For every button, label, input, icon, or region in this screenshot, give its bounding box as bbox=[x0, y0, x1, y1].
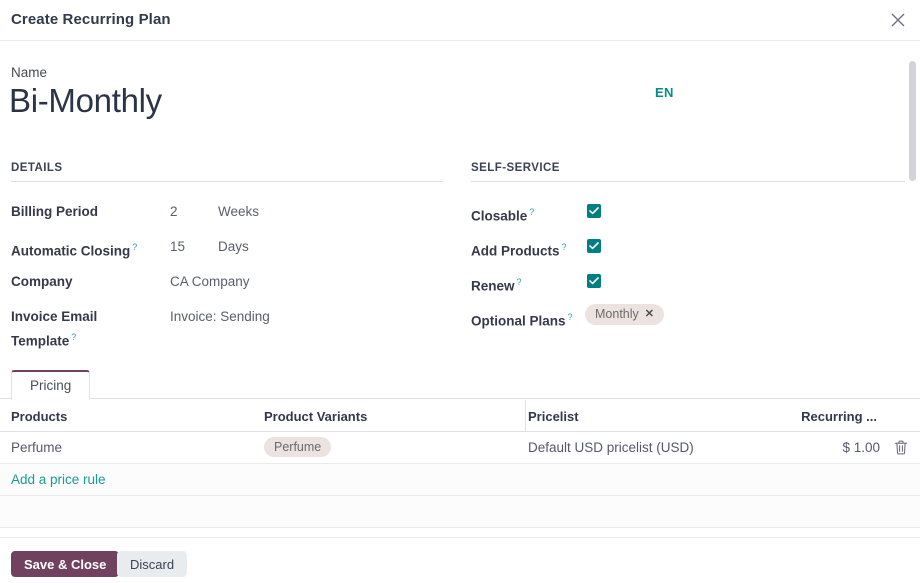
billing-period-input[interactable]: 2 bbox=[170, 202, 178, 222]
invoice-email-template-label: Invoice Email Template? bbox=[11, 307, 141, 352]
optional-plan-tag-label: Monthly bbox=[595, 307, 639, 322]
add-products-checkbox[interactable] bbox=[587, 239, 601, 253]
closable-label: Closable? bbox=[471, 202, 534, 227]
optional-plans-label-text: Optional Plans bbox=[471, 314, 566, 329]
add-products-label: Add Products? bbox=[471, 237, 567, 262]
close-icon-glyph bbox=[890, 12, 906, 28]
add-price-rule-row[interactable]: Add a price rule bbox=[0, 464, 920, 496]
table-empty-row bbox=[0, 496, 920, 528]
automatic-closing-help-icon[interactable]: ? bbox=[132, 242, 137, 252]
renew-label-text: Renew bbox=[471, 279, 515, 294]
self-service-section-divider bbox=[471, 181, 905, 182]
cell-recurring-price[interactable]: $ 1.00 bbox=[842, 440, 880, 455]
company-input[interactable]: CA Company bbox=[170, 272, 250, 292]
dialog-footer: Save & Close Discard bbox=[0, 537, 920, 583]
column-divider bbox=[525, 400, 526, 432]
name-field-label: Name bbox=[11, 65, 47, 80]
column-header-products[interactable]: Products bbox=[11, 409, 67, 424]
table-row[interactable]: Perfume Perfume Default USD pricelist (U… bbox=[0, 432, 920, 464]
optional-plan-tag[interactable]: Monthly ✕ bbox=[585, 304, 664, 325]
save-and-close-button[interactable]: Save & Close bbox=[11, 551, 119, 577]
tab-pricing-label: Pricing bbox=[30, 378, 71, 393]
dialog-title: Create Recurring Plan bbox=[11, 11, 171, 28]
discard-button[interactable]: Discard bbox=[117, 551, 187, 577]
closable-label-text: Closable bbox=[471, 209, 527, 224]
check-icon bbox=[589, 277, 599, 285]
billing-period-unit[interactable]: Weeks bbox=[218, 202, 259, 222]
add-products-label-text: Add Products bbox=[471, 244, 560, 259]
trash-icon[interactable] bbox=[894, 440, 908, 456]
close-icon[interactable] bbox=[884, 6, 912, 34]
self-service-section-heading: SELF-SERVICE bbox=[471, 162, 560, 174]
details-section-divider bbox=[11, 181, 443, 182]
invoice-email-template-label-text: Invoice Email Template bbox=[11, 309, 97, 349]
optional-plans-help-icon[interactable]: ? bbox=[568, 312, 573, 322]
renew-help-icon[interactable]: ? bbox=[517, 277, 522, 287]
column-header-product-variants[interactable]: Product Variants bbox=[264, 409, 367, 424]
name-input[interactable]: Bi-Monthly bbox=[9, 79, 162, 123]
create-recurring-plan-dialog: Create Recurring Plan Name Bi-Monthly EN… bbox=[0, 0, 920, 583]
renew-label: Renew? bbox=[471, 272, 522, 297]
automatic-closing-label: Automatic Closing? bbox=[11, 237, 137, 262]
dialog-body: Name Bi-Monthly EN DETAILS Billing Perio… bbox=[0, 41, 920, 537]
add-products-help-icon[interactable]: ? bbox=[562, 242, 567, 252]
column-header-pricelist[interactable]: Pricelist bbox=[528, 409, 579, 424]
automatic-closing-unit[interactable]: Days bbox=[218, 237, 249, 257]
tab-pricing[interactable]: Pricing bbox=[11, 370, 90, 400]
automatic-closing-label-text: Automatic Closing bbox=[11, 244, 130, 259]
trash-icon-glyph bbox=[894, 440, 908, 455]
table-header-row: Products Product Variants Pricelist Recu… bbox=[0, 400, 920, 432]
billing-period-label: Billing Period bbox=[11, 202, 98, 222]
pricing-table: Products Product Variants Pricelist Recu… bbox=[0, 400, 920, 528]
invoice-email-template-help-icon[interactable]: ? bbox=[71, 332, 76, 342]
cell-pricelist[interactable]: Default USD pricelist (USD) bbox=[528, 440, 694, 455]
dialog-header: Create Recurring Plan bbox=[0, 0, 920, 41]
check-icon bbox=[589, 207, 599, 215]
billing-period-label-text: Billing Period bbox=[11, 204, 98, 219]
remove-tag-icon[interactable]: ✕ bbox=[645, 307, 654, 322]
optional-plans-label: Optional Plans? bbox=[471, 307, 573, 332]
cell-product-variant-tag[interactable]: Perfume bbox=[264, 437, 331, 457]
invoice-email-template-input[interactable]: Invoice: Sending bbox=[170, 307, 270, 327]
notebook-tabbar: Pricing bbox=[0, 370, 920, 399]
closable-checkbox[interactable] bbox=[587, 204, 601, 218]
company-label: Company bbox=[11, 272, 73, 292]
add-price-rule-link[interactable]: Add a price rule bbox=[11, 472, 106, 487]
closable-help-icon[interactable]: ? bbox=[529, 207, 534, 217]
language-badge[interactable]: EN bbox=[655, 85, 674, 100]
check-icon bbox=[589, 242, 599, 250]
renew-checkbox[interactable] bbox=[587, 274, 601, 288]
details-section-heading: DETAILS bbox=[11, 162, 63, 174]
company-label-text: Company bbox=[11, 274, 73, 289]
cell-product[interactable]: Perfume bbox=[11, 440, 62, 455]
automatic-closing-input[interactable]: 15 bbox=[170, 237, 185, 257]
column-header-recurring-price[interactable]: Recurring ... bbox=[801, 409, 877, 424]
scrollbar-thumb[interactable] bbox=[909, 61, 916, 181]
